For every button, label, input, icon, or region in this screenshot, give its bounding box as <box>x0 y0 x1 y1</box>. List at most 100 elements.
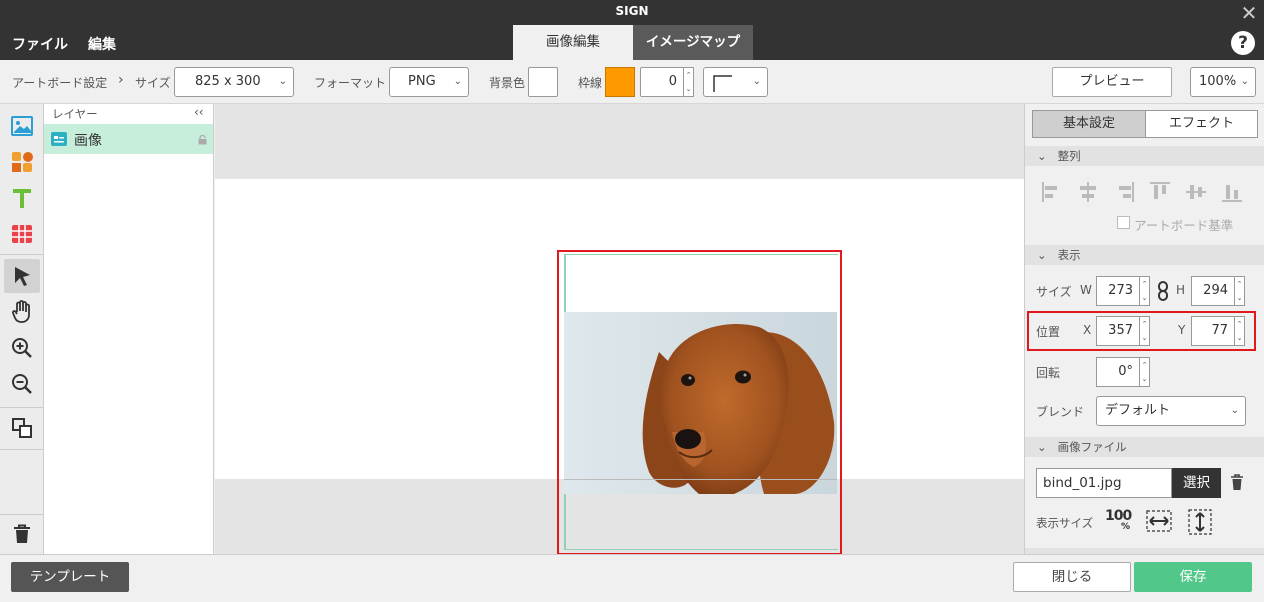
border-width-input[interactable]: 0 <box>640 67 684 97</box>
chevron-down-icon: ⌄ <box>1230 405 1239 416</box>
pointer-icon <box>15 267 30 286</box>
size-select[interactable]: 825 x 300 ⌄ <box>174 67 294 97</box>
layers-header: レイヤー <box>52 107 98 121</box>
blend-label: ブレンド <box>1036 405 1085 419</box>
height-spinner[interactable]: ⌃ ⌄ <box>1235 276 1245 306</box>
zoom-select[interactable]: 100% ⌄ <box>1190 67 1256 97</box>
size-label: サイズ <box>1036 285 1072 299</box>
y-label: Y <box>1178 323 1186 337</box>
link-icon[interactable] <box>1157 281 1169 301</box>
trash-icon <box>14 524 30 543</box>
filename-field[interactable]: bind_01.jpg <box>1036 468 1172 498</box>
bg-color-swatch[interactable] <box>528 67 558 97</box>
close-button[interactable]: 閉じる <box>1013 562 1131 592</box>
fit-width-icon[interactable] <box>1146 510 1172 532</box>
size-label: サイズ <box>135 76 171 90</box>
select-file-button[interactable]: 選択 <box>1172 468 1221 498</box>
image-layer-icon <box>51 132 67 146</box>
rotation-input[interactable]: 0° <box>1096 357 1140 387</box>
menu-file[interactable]: ファイル <box>12 34 68 54</box>
height-label: H <box>1176 283 1186 297</box>
image-file-section-header[interactable]: ⌄ 画像ファイル <box>1025 437 1264 457</box>
chevron-down-icon: ⌄ <box>752 76 761 87</box>
display-header: 表示 <box>1057 248 1081 262</box>
position-label: 位置 <box>1036 325 1061 339</box>
divider <box>0 449 43 450</box>
layers-panel: レイヤー ‹‹ 画像 <box>44 104 214 554</box>
table-tool[interactable] <box>4 218 40 250</box>
image-file-header: 画像ファイル <box>1057 440 1127 454</box>
tab-image-map[interactable]: イメージマップ <box>633 25 753 60</box>
size-100-percent-icon[interactable]: 100 % <box>1105 508 1132 534</box>
align-section-header[interactable]: ⌄ 整列 <box>1025 146 1264 166</box>
shapes-tool[interactable] <box>4 146 40 178</box>
divider <box>0 407 43 408</box>
help-icon[interactable]: ? <box>1231 31 1255 55</box>
section-chevron-icon: ⌄ <box>1037 149 1058 163</box>
y-position-spinner[interactable]: ⌃ ⌄ <box>1235 316 1245 346</box>
border-style-select[interactable]: ⌄ <box>703 67 768 97</box>
blend-select[interactable]: デフォルト ⌄ <box>1096 396 1246 426</box>
height-input[interactable]: 294 <box>1191 276 1235 306</box>
menu-edit[interactable]: 編集 <box>88 34 116 54</box>
save-button[interactable]: 保存 <box>1134 562 1252 592</box>
width-label: W <box>1080 283 1092 297</box>
align-middle-v-icon[interactable] <box>1185 181 1207 203</box>
hand-tool[interactable] <box>4 296 40 328</box>
tab-image-edit[interactable]: 画像編集 <box>513 25 633 60</box>
layer-label: 画像 <box>74 133 102 149</box>
rotation-spinner[interactable]: ⌃ ⌄ <box>1140 357 1150 387</box>
bg-color-label: 背景色 <box>489 76 526 90</box>
format-select[interactable]: PNG ⌄ <box>389 67 469 97</box>
artboard-basis-checkbox[interactable] <box>1117 216 1130 229</box>
pointer-tool[interactable] <box>4 259 40 293</box>
zoom-in-tool[interactable] <box>4 332 40 364</box>
section-chevron-icon: ⌄ <box>1037 248 1058 262</box>
display-section-header[interactable]: ⌄ 表示 <box>1025 245 1264 265</box>
tab-basic-settings[interactable]: 基本設定 <box>1033 111 1145 137</box>
align-right-icon[interactable] <box>1113 181 1135 203</box>
corner-style-icon <box>713 75 732 92</box>
x-position-input[interactable]: 357 <box>1096 316 1140 346</box>
border-color-swatch[interactable] <box>605 67 635 97</box>
size-value: 825 x 300 <box>195 74 261 89</box>
text-tool[interactable] <box>4 182 40 214</box>
align-buttons <box>1041 181 1243 203</box>
align-bottom-icon[interactable] <box>1221 181 1243 203</box>
y-position-input[interactable]: 77 <box>1191 316 1235 346</box>
size-percent-text: % <box>1121 522 1131 532</box>
lock-icon[interactable] <box>198 135 207 145</box>
close-window-icon[interactable]: ✕ <box>1238 2 1260 24</box>
chevron-down-icon: ⌄ <box>1240 76 1249 87</box>
zoom-out-icon <box>12 374 32 394</box>
layer-item[interactable]: 画像 <box>44 124 213 154</box>
canvas-area[interactable] <box>215 104 1024 555</box>
align-header: 整列 <box>1057 149 1081 163</box>
delete-tool[interactable] <box>4 518 40 550</box>
align-left-icon[interactable] <box>1041 181 1063 203</box>
section-chevron-icon: ⌄ <box>1037 440 1058 454</box>
width-spinner[interactable]: ⌃ ⌄ <box>1140 276 1150 306</box>
template-button[interactable]: テンプレート <box>11 562 129 592</box>
width-input[interactable]: 273 <box>1096 276 1140 306</box>
border-width-spinner[interactable]: ⌃ ⌄ <box>684 67 694 97</box>
image-tool[interactable] <box>4 110 40 142</box>
blend-value: デフォルト <box>1105 403 1171 418</box>
align-center-h-icon[interactable] <box>1077 181 1099 203</box>
table-icon <box>12 225 32 243</box>
fit-height-icon[interactable] <box>1188 509 1212 535</box>
rotation-label: 回転 <box>1036 366 1061 380</box>
trash-icon[interactable] <box>1230 474 1244 491</box>
display-size-label: 表示サイズ <box>1036 516 1094 530</box>
tab-effect[interactable]: エフェクト <box>1145 111 1257 137</box>
arrange-tool[interactable] <box>4 412 40 444</box>
properties-panel: 基本設定 エフェクト ⌄ 整列 アートボード基準 ⌄ 表示 サイズ W 273 … <box>1024 104 1264 554</box>
zoom-in-icon <box>12 338 32 358</box>
bottom-bar: テンプレート 閉じる 保存 <box>0 554 1264 602</box>
x-position-spinner[interactable]: ⌃ ⌄ <box>1140 316 1150 346</box>
zoom-out-tool[interactable] <box>4 368 40 400</box>
artboard-basis-label: アートボード基準 <box>1134 218 1234 233</box>
align-top-icon[interactable] <box>1149 181 1171 203</box>
collapse-layers-icon[interactable]: ‹‹ <box>194 105 204 119</box>
preview-button[interactable]: プレビュー <box>1052 67 1172 97</box>
